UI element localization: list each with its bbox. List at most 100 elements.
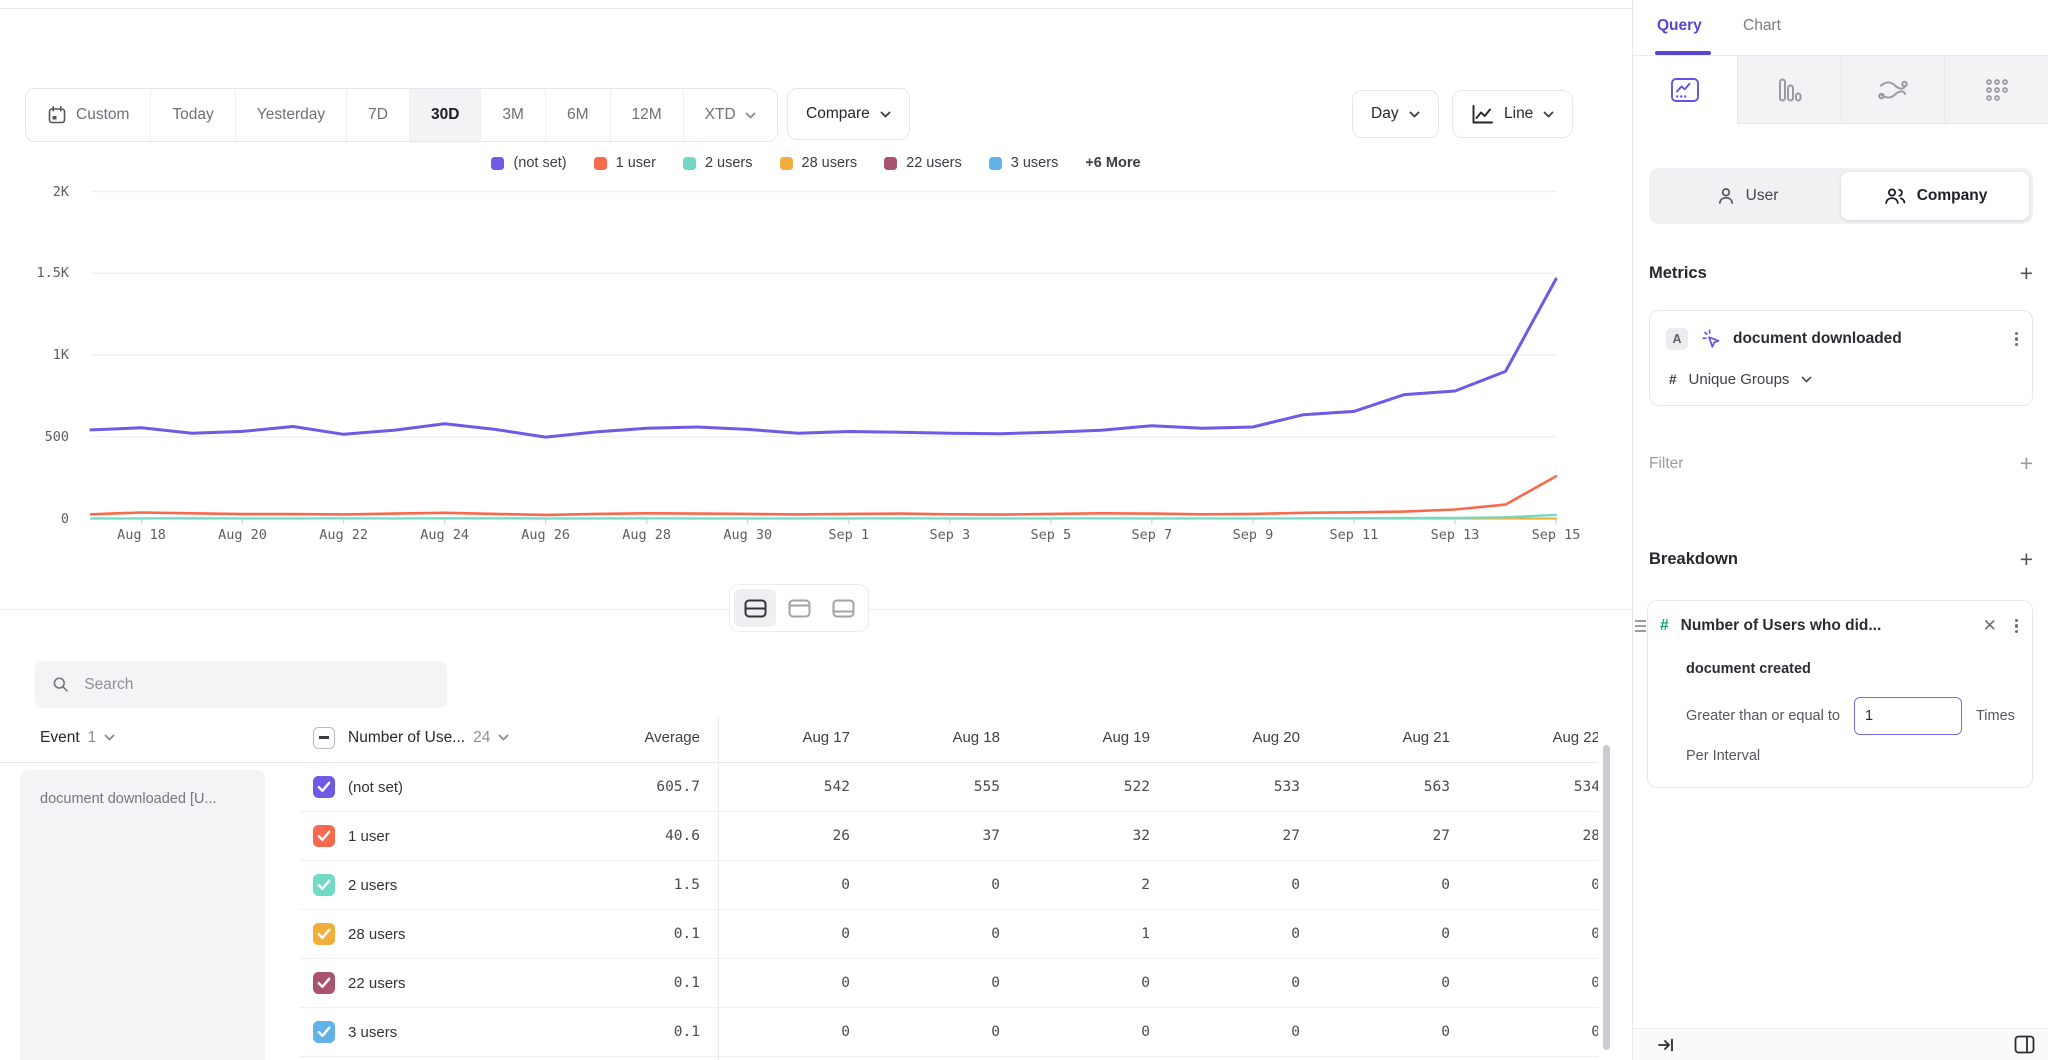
table-row[interactable]: (not set)605.7542555522533563534 bbox=[300, 763, 1598, 812]
range-yesterday[interactable]: Yesterday bbox=[236, 89, 347, 141]
add-breakdown-button[interactable]: + bbox=[2020, 548, 2033, 571]
date-value-cell: 0 bbox=[1450, 975, 1598, 991]
series-checkbox[interactable] bbox=[313, 972, 335, 994]
user-toggle[interactable]: User bbox=[1653, 172, 1841, 220]
line-chart-area[interactable] bbox=[0, 185, 1632, 535]
breakdown-unit: Times bbox=[1976, 708, 2015, 724]
legend-item[interactable]: (not set) bbox=[491, 155, 566, 171]
range-7d[interactable]: 7D bbox=[347, 89, 410, 141]
average-column-header[interactable]: Average bbox=[560, 729, 700, 746]
table-row[interactable]: 22 users0.1000000 bbox=[300, 959, 1598, 1008]
series-checkbox[interactable] bbox=[313, 874, 335, 896]
aggregation-label: Unique Groups bbox=[1689, 371, 1790, 388]
more-charts-tab[interactable] bbox=[1944, 56, 2048, 124]
event-cell[interactable]: document downloaded [U... bbox=[20, 770, 265, 1060]
breakdown-condition: Greater than or equal to Times bbox=[1686, 697, 2015, 735]
add-metric-button[interactable]: + bbox=[2020, 262, 2033, 285]
breakdown-operator[interactable]: Greater than or equal to bbox=[1686, 708, 1840, 724]
date-value-cell: 563 bbox=[1300, 779, 1450, 795]
legend-label: (not set) bbox=[513, 155, 566, 171]
company-toggle[interactable]: Company bbox=[1841, 172, 2029, 220]
event-header-label: Event bbox=[40, 729, 80, 747]
series-name: 3 users bbox=[348, 1024, 397, 1041]
line-chart bbox=[0, 185, 1632, 535]
legend-item[interactable]: 3 users bbox=[989, 155, 1059, 171]
event-column-header[interactable]: Event 1 bbox=[0, 729, 300, 747]
breakdown-event[interactable]: document created bbox=[1686, 661, 1811, 677]
metric-menu-button[interactable] bbox=[2013, 330, 2020, 349]
search-bar[interactable] bbox=[35, 661, 447, 708]
date-value-cell: 0 bbox=[1450, 1024, 1598, 1040]
average-value: 0.1 bbox=[560, 975, 700, 991]
journeys-chart-tab[interactable] bbox=[1841, 56, 1945, 124]
series-name: 1 user bbox=[348, 828, 390, 845]
date-value-cell: 542 bbox=[700, 779, 850, 795]
x-tick-label: Sep 3 bbox=[929, 527, 970, 543]
segmentation-chart-tab[interactable] bbox=[1633, 56, 1737, 124]
series-checkbox[interactable] bbox=[313, 825, 335, 847]
add-filter-button[interactable]: + bbox=[2020, 452, 2033, 475]
legend-item[interactable]: 1 user bbox=[594, 155, 656, 171]
table-row[interactable]: 3 users0.1000000 bbox=[300, 1008, 1598, 1057]
funnel-chart-tab[interactable] bbox=[1737, 56, 1841, 124]
range-xtd[interactable]: XTD bbox=[684, 89, 777, 141]
date-column-header[interactable]: Aug 19 bbox=[1000, 729, 1150, 746]
legend-more-link[interactable]: +6 More bbox=[1085, 155, 1140, 171]
select-all-checkbox[interactable] bbox=[313, 727, 335, 749]
date-column-header[interactable]: Aug 21 bbox=[1300, 729, 1450, 746]
x-tick-label: Sep 9 bbox=[1233, 527, 1274, 543]
breakdown-per-interval[interactable]: Per Interval bbox=[1686, 748, 1760, 764]
range-3m[interactable]: 3M bbox=[481, 89, 546, 141]
breakdown-value-input[interactable] bbox=[1854, 697, 1962, 735]
date-value-cell: 555 bbox=[850, 779, 1000, 795]
table-only-button[interactable] bbox=[822, 589, 864, 627]
chart-type-button[interactable]: Line bbox=[1452, 90, 1573, 138]
breakdown-card[interactable]: # Number of Users who did... ✕ document … bbox=[1647, 600, 2033, 788]
table-scrollbar[interactable] bbox=[1603, 745, 1610, 1050]
legend-item[interactable]: 22 users bbox=[884, 155, 962, 171]
panel-footer bbox=[1634, 1028, 2048, 1060]
chevron-down-icon bbox=[498, 734, 509, 741]
series-column-header[interactable]: Number of Use... 24 bbox=[300, 727, 560, 749]
interval-button[interactable]: Day bbox=[1352, 90, 1439, 138]
range-today[interactable]: Today bbox=[151, 89, 235, 141]
date-column-header[interactable]: Aug 18 bbox=[850, 729, 1000, 746]
calendar-icon bbox=[47, 105, 67, 125]
table-row[interactable]: 1 user40.6263732272728 bbox=[300, 812, 1598, 861]
date-value-cell: 0 bbox=[1150, 1024, 1300, 1040]
search-input[interactable] bbox=[82, 675, 430, 695]
legend-item[interactable]: 28 users bbox=[780, 155, 858, 171]
date-value-cell: 0 bbox=[1000, 1024, 1150, 1040]
drag-handle-icon[interactable] bbox=[1635, 620, 1646, 632]
chart-only-button[interactable] bbox=[778, 589, 820, 627]
metric-card[interactable]: A document downloaded # Unique Groups bbox=[1649, 310, 2033, 406]
remove-breakdown-button[interactable]: ✕ bbox=[1979, 616, 2001, 636]
breakdown-menu-button[interactable] bbox=[2013, 617, 2020, 636]
metric-aggregation[interactable]: # Unique Groups bbox=[1669, 371, 1812, 388]
date-column-header[interactable]: Aug 22 bbox=[1450, 729, 1598, 746]
series-checkbox[interactable] bbox=[313, 776, 335, 798]
table-row[interactable]: 28 users0.1001000 bbox=[300, 910, 1598, 959]
range-12m[interactable]: 12M bbox=[611, 89, 684, 141]
journeys-tab-icon bbox=[1877, 77, 1909, 103]
right-sidebar-icon[interactable] bbox=[2014, 1035, 2035, 1054]
date-column-header[interactable]: Aug 17 bbox=[700, 729, 850, 746]
range-30d[interactable]: 30D bbox=[410, 89, 481, 141]
date-value-cell: 0 bbox=[850, 1024, 1000, 1040]
tab-chart[interactable]: Chart bbox=[1743, 17, 1781, 35]
tab-query[interactable]: Query bbox=[1657, 17, 1702, 35]
metrics-section-header: Metrics + bbox=[1649, 262, 2033, 285]
legend-item[interactable]: 2 users bbox=[683, 155, 753, 171]
compare-button[interactable]: Compare bbox=[787, 88, 910, 140]
date-value-cell: 0 bbox=[850, 877, 1000, 893]
series-checkbox[interactable] bbox=[313, 1021, 335, 1043]
split-view-button[interactable] bbox=[734, 589, 776, 627]
table-row[interactable]: 2 users1.5002000 bbox=[300, 861, 1598, 910]
chevron-down-icon bbox=[1409, 111, 1420, 118]
range-6m[interactable]: 6M bbox=[546, 89, 611, 141]
date-column-header[interactable]: Aug 20 bbox=[1150, 729, 1300, 746]
series-checkbox[interactable] bbox=[313, 923, 335, 945]
collapse-panel-icon[interactable] bbox=[1657, 1036, 1675, 1054]
date-value-cell: 0 bbox=[700, 926, 850, 942]
range-custom[interactable]: Custom bbox=[26, 89, 151, 141]
